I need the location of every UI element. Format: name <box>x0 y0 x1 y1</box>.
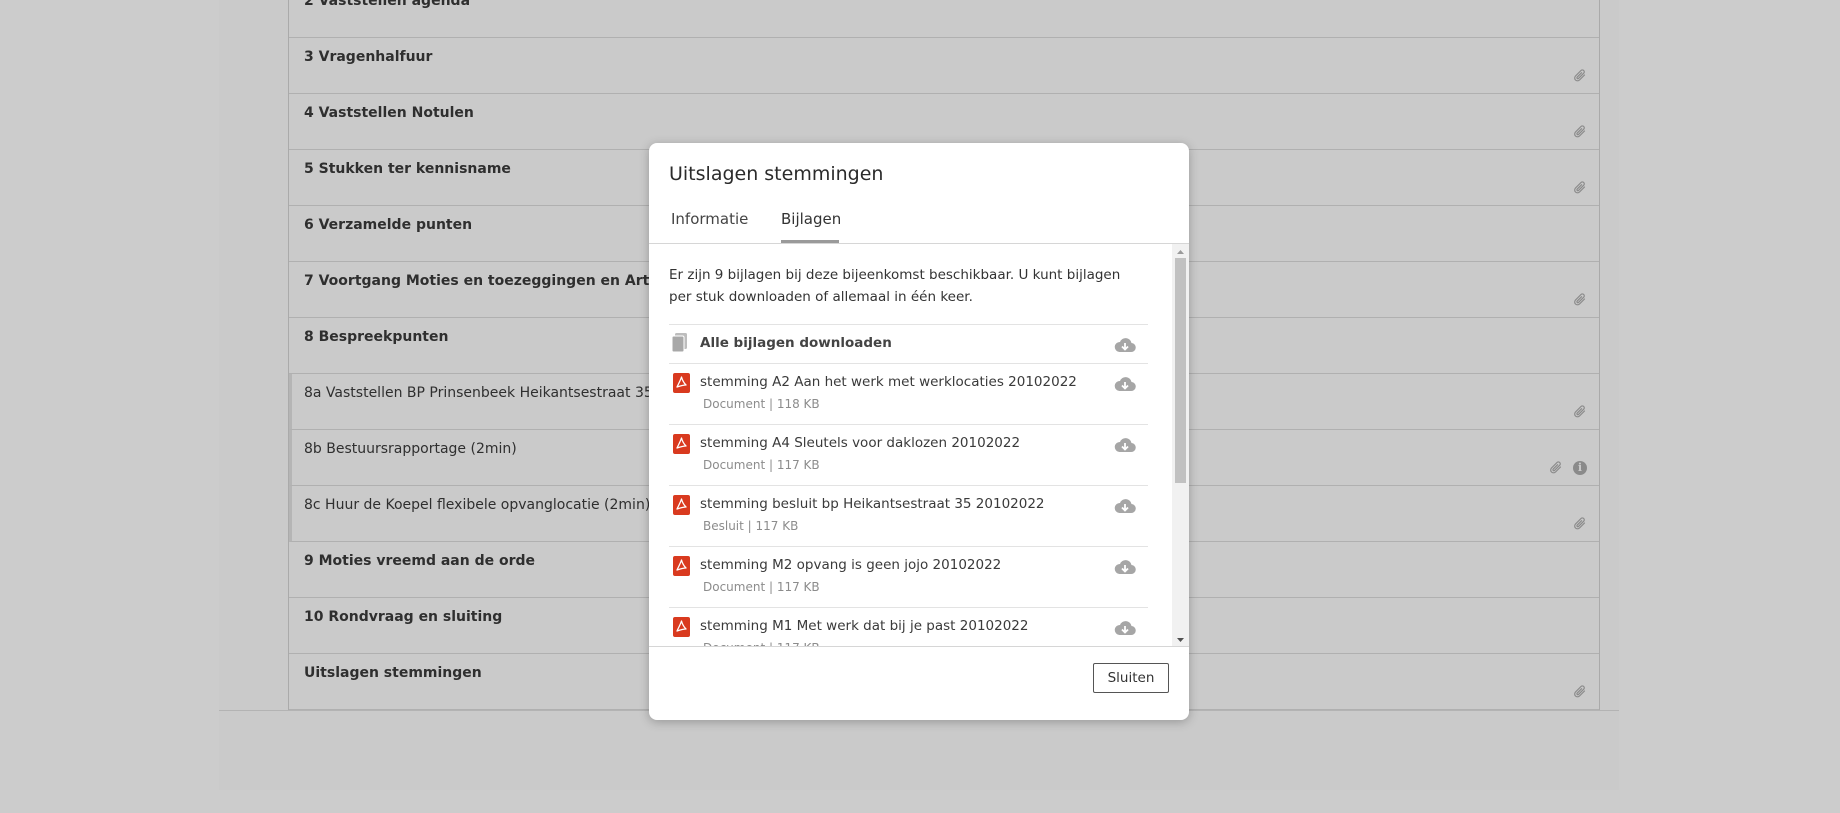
cloud-download-icon[interactable] <box>1114 337 1136 357</box>
pdf-file-icon <box>673 495 690 515</box>
attachments-list: Alle bijlagen downloaden stemming A2 Aan… <box>669 324 1148 646</box>
cloud-download-icon[interactable] <box>1114 498 1136 518</box>
dialog-footer: Sluiten <box>649 646 1189 720</box>
agenda-item-label: 8b Bestuursrapportage (2min) <box>304 441 517 457</box>
agenda-item-label: 6 Verzamelde punten <box>304 217 473 233</box>
dialog-tabs: Informatie Bijlagen <box>649 207 1189 244</box>
cloud-download-icon[interactable] <box>1114 620 1136 640</box>
paperclip-icon[interactable] <box>1573 292 1587 307</box>
tab-bijlagen[interactable]: Bijlagen <box>781 207 841 243</box>
attachment-row[interactable]: stemming A4 Sleutels voor daklozen 20102… <box>669 425 1148 486</box>
attachment-meta: Besluit | 117 KB <box>703 519 799 533</box>
pdf-file-icon <box>673 373 690 393</box>
documents-icon <box>671 332 689 358</box>
close-button[interactable]: Sluiten <box>1093 663 1169 693</box>
agenda-item-label: 9 Moties vreemd aan de orde <box>304 553 536 569</box>
agenda-item-label: 8 Bespreekpunten <box>304 329 449 345</box>
cloud-download-icon[interactable] <box>1114 376 1136 396</box>
paperclip-icon[interactable] <box>1573 516 1587 531</box>
agenda-item[interactable]: 2 Vaststellen agenda <box>289 0 1599 38</box>
attachment-name[interactable]: stemming M2 opvang is geen jojo 20102022 <box>700 557 1001 573</box>
attachment-meta: Document | 118 KB <box>703 397 820 411</box>
download-all-label: Alle bijlagen downloaden <box>700 335 892 351</box>
agenda-item-label: 8a Vaststellen BP Prinsenbeek Heikantses… <box>304 385 704 401</box>
scroll-up-arrow[interactable] <box>1172 244 1189 258</box>
attachment-name[interactable]: stemming M1 Met werk dat bij je past 201… <box>700 618 1028 634</box>
agenda-item[interactable]: 3 Vragenhalfuur <box>289 38 1599 94</box>
attachments-dialog: Uitslagen stemmingen Informatie Bijlagen… <box>649 143 1189 720</box>
agenda-item-label: Uitslagen stemmingen <box>304 665 482 681</box>
tab-informatie[interactable]: Informatie <box>671 207 748 240</box>
attachment-meta: Document | 117 KB <box>703 458 820 472</box>
paperclip-icon[interactable] <box>1573 68 1587 83</box>
paperclip-icon[interactable] <box>1573 684 1587 699</box>
agenda-item-label: 2 Vaststellen agenda <box>304 0 471 9</box>
dialog-scrollbar[interactable] <box>1172 244 1189 646</box>
pdf-file-icon <box>673 434 690 454</box>
attachment-row[interactable]: stemming M1 Met werk dat bij je past 201… <box>669 608 1148 646</box>
agenda-item-label: 4 Vaststellen Notulen <box>304 105 474 121</box>
cloud-download-icon[interactable] <box>1114 437 1136 457</box>
scrollbar-thumb[interactable] <box>1175 258 1186 483</box>
attachments-intro-text: Er zijn 9 bijlagen bij deze bijeenkomst … <box>669 267 1121 305</box>
attachment-row[interactable]: stemming M2 opvang is geen jojo 20102022… <box>669 547 1148 608</box>
paperclip-icon[interactable] <box>1573 124 1587 139</box>
attachment-name[interactable]: stemming A4 Sleutels voor daklozen 20102… <box>700 435 1020 451</box>
attachment-row[interactable]: stemming A2 Aan het werk met werklocatie… <box>669 364 1148 425</box>
pdf-file-icon <box>673 556 690 576</box>
cloud-download-icon[interactable] <box>1114 559 1136 579</box>
agenda-item[interactable]: 4 Vaststellen Notulen <box>289 94 1599 150</box>
agenda-item-label: 10 Rondvraag en sluiting <box>304 609 503 625</box>
dialog-body: Er zijn 9 bijlagen bij deze bijeenkomst … <box>649 244 1189 646</box>
dialog-title: Uitslagen stemmingen <box>669 163 884 185</box>
scroll-down-arrow[interactable] <box>1172 632 1189 646</box>
paperclip-icon[interactable] <box>1549 460 1563 475</box>
attachment-name[interactable]: stemming A2 Aan het werk met werklocatie… <box>700 374 1077 390</box>
paperclip-icon[interactable] <box>1573 180 1587 195</box>
paperclip-icon[interactable] <box>1573 404 1587 419</box>
info-icon[interactable]: i <box>1573 460 1587 475</box>
agenda-item-label: 3 Vragenhalfuur <box>304 49 433 65</box>
agenda-item-label: 8c Huur de Koepel flexibele opvanglocati… <box>304 497 651 513</box>
attachment-meta: Document | 117 KB <box>703 580 820 594</box>
pdf-file-icon <box>673 617 690 637</box>
attachment-row[interactable]: stemming besluit bp Heikantsestraat 35 2… <box>669 486 1148 547</box>
download-all-row[interactable]: Alle bijlagen downloaden <box>669 324 1148 364</box>
agenda-item-label: 5 Stukken ter kennisname <box>304 161 511 177</box>
attachment-name[interactable]: stemming besluit bp Heikantsestraat 35 2… <box>700 496 1045 512</box>
